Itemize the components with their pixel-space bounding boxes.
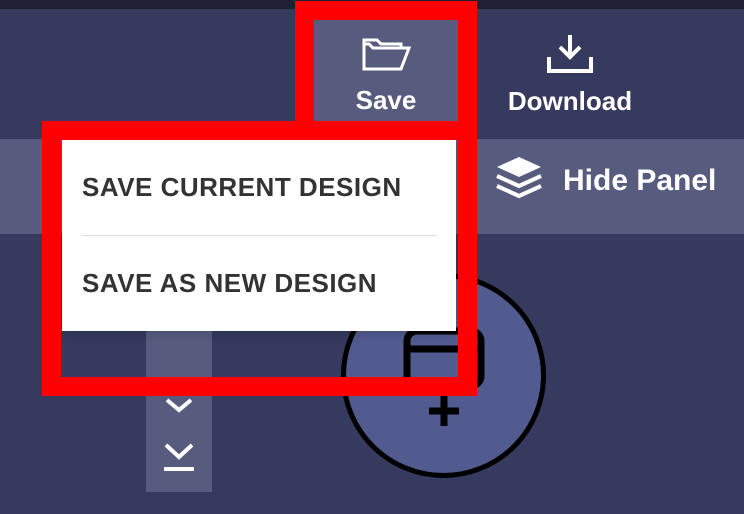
download-button[interactable]: Download (490, 20, 650, 130)
dropdown-item-label: SAVE AS NEW DESIGN (82, 268, 377, 298)
chevron-down-icon[interactable] (163, 396, 195, 421)
download-label: Download (508, 86, 632, 117)
save-button[interactable]: Save (314, 10, 458, 140)
annotation-highlight-box (295, 121, 314, 140)
download-icon (545, 33, 595, 80)
save-label: Save (356, 85, 417, 116)
chevron-down-underline-icon[interactable] (160, 441, 198, 480)
hide-panel-button[interactable]: Hide Panel (493, 155, 716, 206)
save-dropdown-menu: SAVE CURRENT DESIGN SAVE AS NEW DESIGN (62, 140, 456, 331)
top-dark-bar (0, 0, 744, 9)
hide-panel-label: Hide Panel (563, 164, 716, 198)
folder-open-icon (361, 34, 411, 79)
save-current-design-option[interactable]: SAVE CURRENT DESIGN (62, 140, 456, 235)
dropdown-item-label: SAVE CURRENT DESIGN (82, 172, 402, 202)
save-as-new-design-option[interactable]: SAVE AS NEW DESIGN (62, 236, 456, 331)
layers-icon (493, 155, 545, 206)
